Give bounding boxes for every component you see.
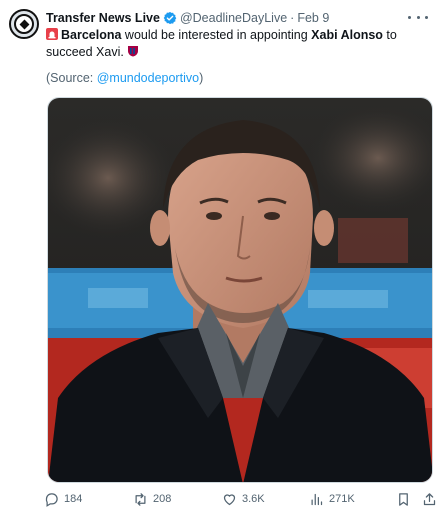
siren-emoji-icon <box>46 28 58 40</box>
tweet-photo[interactable] <box>47 97 433 483</box>
account-handle[interactable]: @DeadlineDayLive <box>180 11 287 25</box>
tweet-date[interactable]: Feb 9 <box>297 11 329 25</box>
views-icon <box>311 493 323 505</box>
avatar[interactable] <box>9 9 39 39</box>
player-name: Xabi Alonso <box>311 28 383 42</box>
views-count: 271K <box>329 493 355 505</box>
source-link[interactable]: @mundodeportivo <box>97 71 199 85</box>
soccer-ball-icon <box>14 14 34 34</box>
verified-badge-icon <box>163 11 177 25</box>
bookmark-button[interactable] <box>396 489 416 509</box>
account-name[interactable]: Transfer News Live <box>46 11 160 25</box>
like-count: 3.6K <box>242 493 265 505</box>
tweet-text: Barcelona would be interested in appoint… <box>46 27 428 61</box>
reply-icon <box>45 492 58 507</box>
share-icon <box>423 492 436 505</box>
heart-icon <box>223 493 236 505</box>
source-suffix: ) <box>199 71 204 85</box>
retweet-icon <box>135 492 146 506</box>
views-button[interactable]: 271K <box>309 489 355 509</box>
like-button[interactable]: 3.6K <box>222 489 265 509</box>
tweet-source: (Source: @mundodeportivo) <box>46 71 203 85</box>
retweet-count: 208 <box>153 493 172 505</box>
more-options-icon[interactable] <box>408 9 428 25</box>
reply-button[interactable]: 184 <box>44 489 82 509</box>
club-name: Barcelona <box>61 28 122 42</box>
share-button[interactable] <box>422 489 436 509</box>
source-prefix: (Source: <box>46 71 97 85</box>
tweet-card[interactable]: Transfer News Live @DeadlineDayLive · Fe… <box>0 0 436 510</box>
tweet-text-part: would be interested in appointing <box>121 28 312 42</box>
separator-dot: · <box>290 11 295 25</box>
tweet-header: Transfer News Live @DeadlineDayLive · Fe… <box>46 9 329 27</box>
photo-image <box>48 98 432 482</box>
action-bar: 184 208 3.6K 271K <box>44 489 436 509</box>
bookmark-icon <box>399 492 408 506</box>
retweet-button[interactable]: 208 <box>133 489 171 509</box>
reply-count: 184 <box>64 493 83 505</box>
barcelona-emoji-icon <box>127 46 138 57</box>
